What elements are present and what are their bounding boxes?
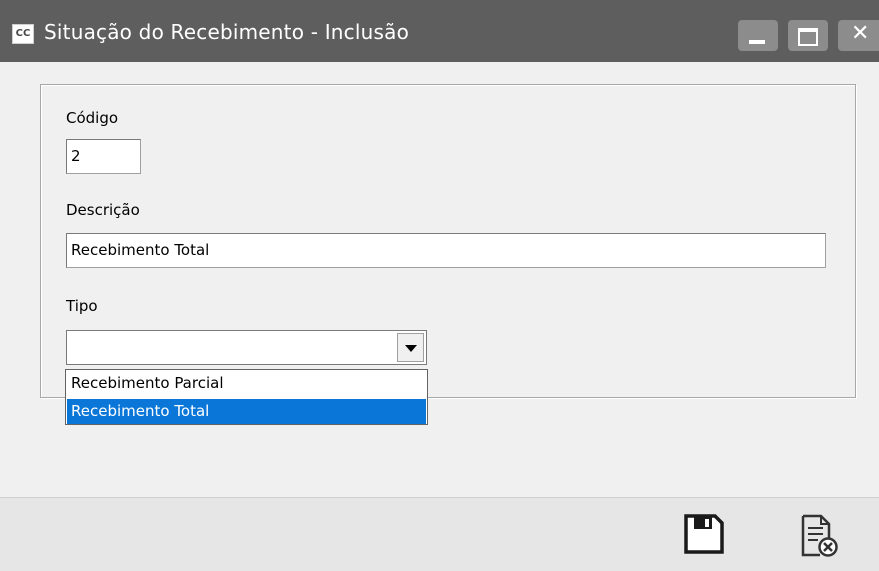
minimize-button[interactable] <box>738 20 778 51</box>
tipo-label: Tipo <box>66 297 98 315</box>
footer-toolbar <box>0 497 879 571</box>
descricao-field[interactable]: Recebimento Total <box>66 233 826 268</box>
tipo-dropdown-list: Recebimento Parcial Recebimento Total <box>65 369 428 425</box>
dropdown-option-total[interactable]: Recebimento Total <box>67 399 426 424</box>
app-icon[interactable]: CC <box>12 24 34 44</box>
tipo-select[interactable] <box>66 330 427 365</box>
chevron-down-icon[interactable] <box>397 333 424 362</box>
codigo-field[interactable]: 2 <box>66 139 141 174</box>
cancel-document-icon[interactable] <box>798 513 840 563</box>
title-bar: CC Situação do Recebimento - Inclusão ✕ <box>0 0 879 62</box>
close-button[interactable]: ✕ <box>838 20 879 51</box>
dropdown-option-parcial[interactable]: Recebimento Parcial <box>67 371 426 396</box>
save-icon[interactable] <box>683 513 725 559</box>
maximize-button[interactable] <box>788 20 828 51</box>
close-icon: ✕ <box>851 21 870 46</box>
descricao-label: Descrição <box>66 201 140 219</box>
window-title: Situação do Recebimento - Inclusão <box>44 20 410 44</box>
codigo-label: Código <box>66 109 119 127</box>
